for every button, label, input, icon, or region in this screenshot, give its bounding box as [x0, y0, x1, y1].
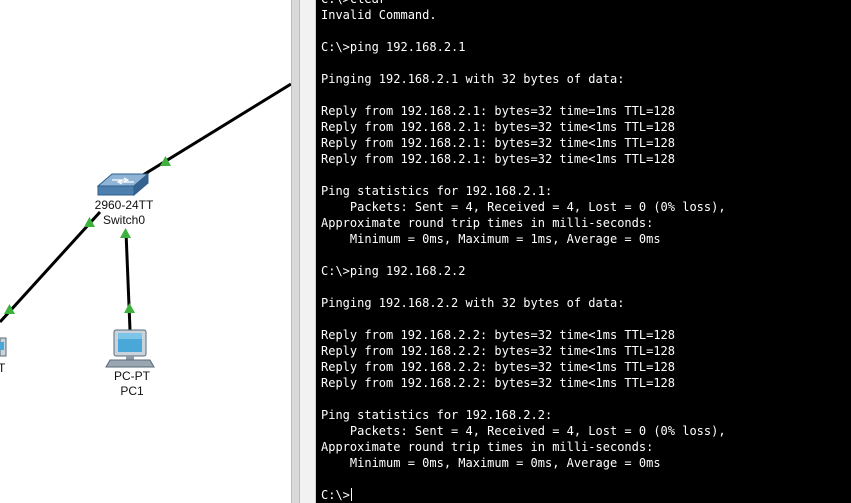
- terminal-line: Packets: Sent = 4, Received = 4, Lost = …: [321, 424, 726, 438]
- terminal-line: Packets: Sent = 4, Received = 4, Lost = …: [321, 200, 726, 214]
- terminal-line: C:\>ping 192.168.2.2: [321, 264, 466, 278]
- pc-icon[interactable]: [105, 329, 155, 368]
- switch-model-label: 2960-24TT: [94, 198, 154, 212]
- pane-splitter[interactable]: [291, 0, 300, 503]
- terminal-line: Reply from 192.168.2.2: bytes=32 time<1m…: [321, 344, 676, 358]
- terminal-line: Reply from 192.168.2.1: bytes=32 time=1m…: [321, 104, 676, 118]
- topology-drawing: [0, 82, 291, 368]
- link-switch-left-device[interactable]: [0, 210, 102, 324]
- link-light-switch-down: [120, 228, 131, 238]
- terminal-line: Reply from 192.168.2.1: bytes=32 time<1m…: [321, 120, 676, 134]
- switch-name-label: Switch0: [102, 213, 146, 227]
- switch-icon[interactable]: [96, 172, 150, 197]
- pc1-model-label: PC-PT: [114, 369, 150, 383]
- link-light-pc1: [124, 303, 135, 313]
- terminal-line: Pinging 192.168.2.1 with 32 bytes of dat…: [321, 72, 625, 86]
- terminal-line: Minimum = 0ms, Maximum = 0ms, Average = …: [321, 456, 661, 470]
- terminal-line: Approximate round trip times in milli-se…: [321, 216, 654, 230]
- terminal-prompt: C:\>: [321, 488, 350, 502]
- terminal-line: Pinging 192.168.2.2 with 32 bytes of dat…: [321, 296, 625, 310]
- terminal-line: Ping statistics for 192.168.2.1:: [321, 184, 553, 198]
- terminal-prompt-line[interactable]: C:\>: [321, 487, 726, 503]
- terminal-line: C:\>ping 192.168.2.1: [321, 40, 466, 54]
- terminal-output: C:\>clearInvalid Command. C:\>ping 192.16…: [321, 0, 726, 503]
- link-switch-pc1[interactable]: [124, 231, 132, 331]
- terminal-line: Ping statistics for 192.168.2.2:: [321, 408, 553, 422]
- partial-device-icon[interactable]: [0, 337, 7, 357]
- terminal-line: Approximate round trip times in milli-se…: [321, 440, 654, 454]
- terminal-line: Reply from 192.168.2.1: bytes=32 time<1m…: [321, 152, 676, 166]
- command-prompt-terminal[interactable]: C:\>clearInvalid Command. C:\>ping 192.16…: [316, 0, 851, 503]
- terminal-line: Invalid Command.: [321, 8, 437, 22]
- pc1-label: PC-PT PC1: [100, 369, 164, 399]
- terminal-line: Minimum = 0ms, Maximum = 1ms, Average = …: [321, 232, 661, 246]
- terminal-line: Reply from 192.168.2.2: bytes=32 time<1m…: [321, 376, 676, 390]
- terminal-line: Reply from 192.168.2.2: bytes=32 time<1m…: [321, 328, 676, 342]
- partial-device-label: T: [0, 361, 6, 375]
- window-frame: [300, 0, 316, 503]
- terminal-line: C:\>clear: [321, 0, 726, 7]
- pc1-name-label: PC1: [120, 384, 144, 398]
- packet-tracer-window: 2960-24TT Switch0 PC-PT PC1 T C:\>clearI…: [0, 0, 851, 503]
- link-switch-uplink[interactable]: [121, 82, 291, 190]
- terminal-line: Reply from 192.168.2.2: bytes=32 time<1m…: [321, 360, 676, 374]
- terminal-line: Reply from 192.168.2.1: bytes=32 time<1m…: [321, 136, 676, 150]
- topology-canvas[interactable]: 2960-24TT Switch0 PC-PT PC1 T: [0, 0, 291, 503]
- switch-label: 2960-24TT Switch0: [82, 198, 166, 228]
- text-cursor: [350, 488, 352, 501]
